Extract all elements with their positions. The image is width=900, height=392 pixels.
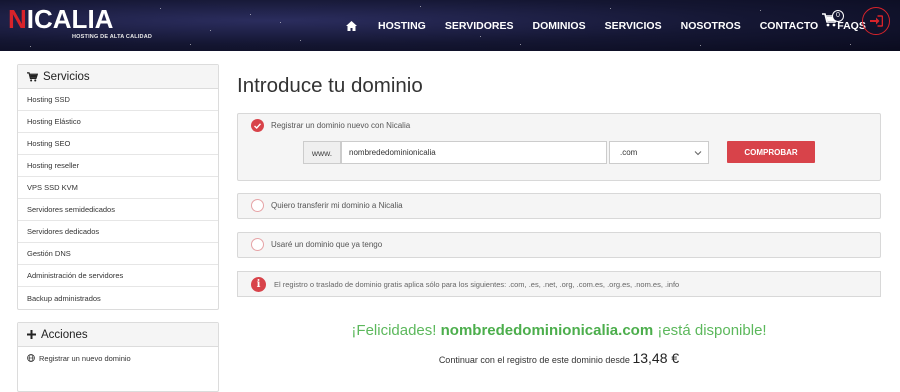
sidebar-item-label: Registrar un nuevo dominio <box>39 353 131 363</box>
radio-unchecked-icon[interactable] <box>251 199 264 212</box>
transfer-option-row: Quiero transferir mi dominio a Nicalia <box>251 199 403 212</box>
sidebar-item-backup-administrados[interactable]: Backup administrados <box>18 287 218 309</box>
actions-panel-header: Acciones <box>18 323 218 347</box>
transfer-option-label: Quiero transferir mi dominio a Nicalia <box>271 201 403 210</box>
sidebar-item-servidores-semidedicados[interactable]: Servidores semidedicados <box>18 199 218 221</box>
nicalia-logo[interactable]: NICALIA HOSTING DE ALTA CALIDAD <box>8 4 152 45</box>
home-icon[interactable] <box>340 16 362 36</box>
sidebar-item-hosting-ssd[interactable]: Hosting SSD <box>18 89 218 111</box>
login-button[interactable] <box>862 7 890 35</box>
sidebar-item-vps-ssd-kvm[interactable]: VPS SSD KVM <box>18 177 218 199</box>
services-panel: Servicios Hosting SSD Hosting Elástico H… <box>17 64 219 310</box>
nav-contacto[interactable]: CONTACTO <box>760 20 819 32</box>
nav-nosotros[interactable]: NOSOTROS <box>681 20 741 32</box>
check-domain-button[interactable]: COMPROBAR <box>727 141 815 163</box>
existing-option-row: Usaré un dominio que ya tengo <box>251 238 382 251</box>
congrats-prefix: ¡Felicidades! <box>351 322 437 339</box>
availability-message: ¡Felicidades! nombrededominionicalia.com… <box>237 322 881 339</box>
register-option-row: Registrar un dominio nuevo con Nicalia <box>251 119 410 132</box>
sidebar-item-gestion-dns[interactable]: Gestión DNS <box>18 243 218 265</box>
register-option-label: Registrar un dominio nuevo con Nicalia <box>271 121 411 130</box>
logo-tagline: HOSTING DE ALTA CALIDAD <box>72 34 153 40</box>
sidebar-item-hosting-reseller[interactable]: Hosting reseller <box>18 155 218 177</box>
sidebar-item-servidores-dedicados[interactable]: Servidores dedicados <box>18 221 218 243</box>
info-icon: i <box>251 277 266 292</box>
chevron-down-icon <box>694 149 702 159</box>
existing-domain-option[interactable]: Usaré un dominio que ya tengo <box>237 232 881 258</box>
tld-select[interactable]: .com <box>609 141 709 164</box>
logo-wordmark: NICALIA <box>8 4 114 34</box>
domain-price: 13,48 € <box>632 350 680 366</box>
info-notice-text: El registro o traslado de dominio gratis… <box>274 280 680 289</box>
continue-registration: Continuar con el registro de este domini… <box>237 350 881 366</box>
sidebar-item-administracion-servidores[interactable]: Administración de servidores <box>18 265 218 287</box>
actions-panel: Acciones Registrar un nuevo dominio <box>17 322 219 392</box>
login-icon <box>869 15 883 27</box>
info-notice: i El registro o traslado de dominio grat… <box>237 271 881 297</box>
main-nav: HOSTING SERVIDORES DOMINIOS SERVICIOS NO… <box>340 0 885 51</box>
tld-selected-value: .com <box>620 148 638 157</box>
transfer-domain-option[interactable]: Quiero transferir mi dominio a Nicalia <box>237 193 881 219</box>
services-panel-title: Servicios <box>43 70 90 83</box>
site-header: NICALIA HOSTING DE ALTA CALIDAD HOSTING … <box>0 0 900 51</box>
cart-count-badge: 0 <box>832 10 844 22</box>
radio-unchecked-icon[interactable] <box>251 238 264 251</box>
radio-checked-icon[interactable] <box>251 119 264 132</box>
sidebar-item-hosting-seo[interactable]: Hosting SEO <box>18 133 218 155</box>
cart-icon <box>27 71 38 82</box>
actions-panel-title: Acciones <box>41 328 88 341</box>
www-prefix: www. <box>303 141 341 164</box>
globe-icon <box>27 354 35 362</box>
continue-text: Continuar con el registro de este domini… <box>438 355 630 365</box>
page-title: Introduce tu dominio <box>237 74 423 97</box>
existing-option-label: Usaré un dominio que ya tengo <box>271 240 383 249</box>
nav-dominios[interactable]: DOMINIOS <box>533 20 586 32</box>
sidebar-item-hosting-elastico[interactable]: Hosting Elástico <box>18 111 218 133</box>
nav-servicios[interactable]: SERVICIOS <box>605 20 662 32</box>
domain-input[interactable] <box>341 141 607 164</box>
available-domain: nombrededominionicalia.com <box>440 322 654 339</box>
services-panel-header: Servicios <box>18 65 218 89</box>
congrats-suffix: ¡está disponible! <box>657 322 767 339</box>
nav-servidores[interactable]: SERVIDORES <box>445 20 514 32</box>
nav-hosting[interactable]: HOSTING <box>378 20 426 32</box>
plus-icon <box>27 330 36 339</box>
sidebar-item-registrar-dominio[interactable]: Registrar un nuevo dominio <box>18 347 218 369</box>
